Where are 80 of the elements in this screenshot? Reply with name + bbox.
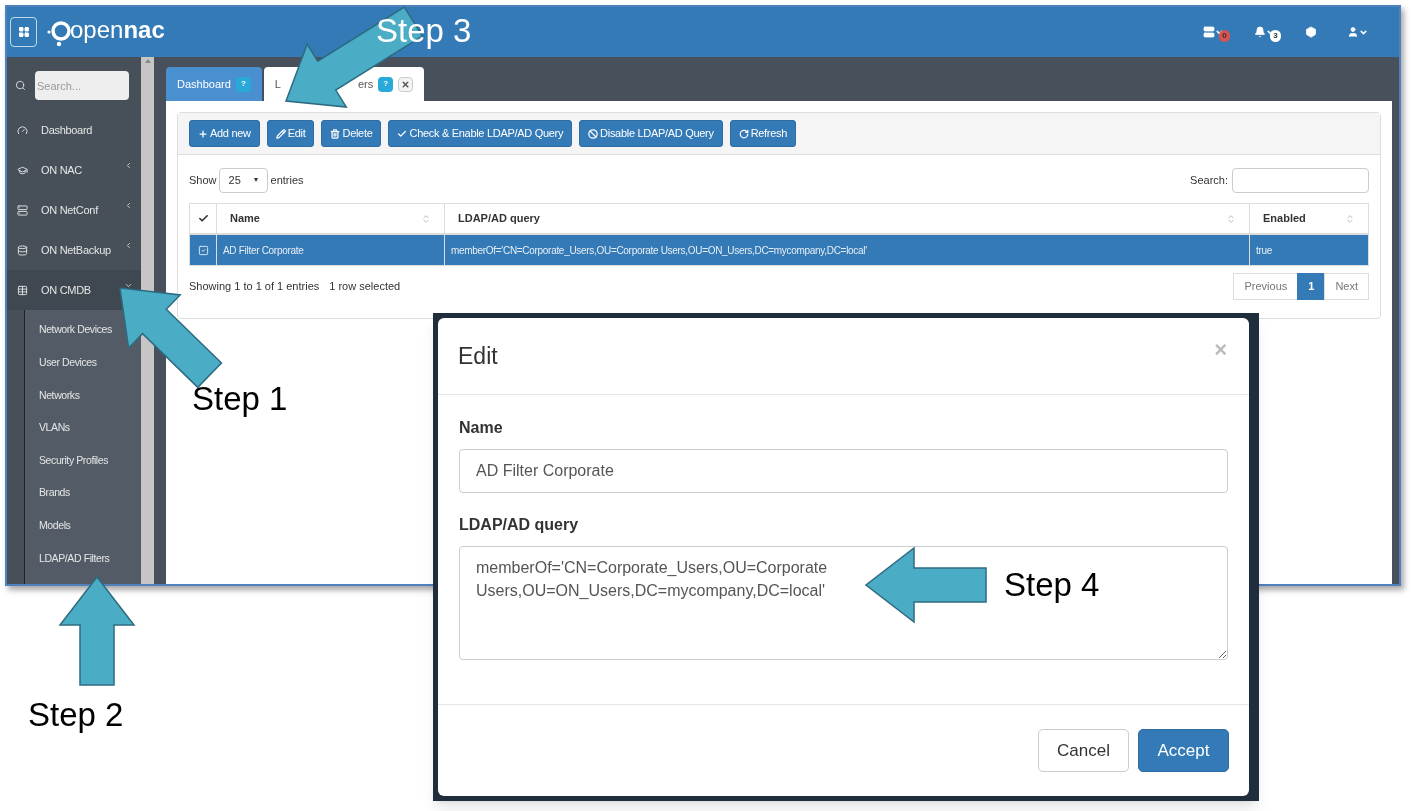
delete-button[interactable]: Delete [321, 120, 382, 147]
apps-menu-button[interactable] [10, 17, 37, 47]
gauge-icon [17, 124, 28, 136]
count-badge: 3 [1270, 30, 1281, 42]
table-cell: AD Filter Corporate [217, 235, 445, 265]
check-icon [397, 128, 408, 139]
table-search-field[interactable] [1232, 167, 1369, 193]
grid-icon [17, 26, 30, 38]
column-header[interactable]: Name [217, 204, 445, 233]
submenu-item[interactable]: LDAP/AD Filters [39, 542, 110, 575]
show-label: Show [189, 172, 217, 188]
check-icon [197, 213, 209, 224]
server-icon [17, 204, 28, 216]
close-tab-button[interactable] [398, 76, 414, 92]
search-icon [15, 80, 26, 91]
column-header[interactable]: Enabled [1250, 204, 1368, 233]
disable-button[interactable]: Disable LDAP/AD Query [579, 120, 723, 147]
sidebar-item[interactable]: ON NAC [7, 150, 141, 190]
refresh-button[interactable]: Refresh [729, 120, 797, 147]
row-checkbox[interactable] [197, 244, 209, 256]
sidebar-item[interactable]: ON CMDB [7, 270, 141, 310]
entries-label: entries [270, 172, 304, 188]
count-badge: 0 [1219, 30, 1230, 42]
cube-icon [1305, 26, 1317, 38]
edit-button[interactable]: Edit [266, 120, 315, 147]
user-icon [1347, 26, 1359, 38]
page-size-select[interactable]: 25 [218, 167, 268, 193]
table-icon [17, 284, 28, 296]
submenu-item[interactable]: Models [39, 509, 71, 543]
column-header[interactable]: LDAP/AD query [445, 204, 1250, 233]
submenu-item[interactable]: Network Devices [39, 314, 112, 347]
submenu-item[interactable]: Security Profiles [39, 444, 109, 477]
graduation-cap-icon [17, 164, 28, 176]
table-info: Showing 1 to 1 of 1 entries [189, 279, 320, 295]
tab-label: ers [357, 76, 374, 92]
bell-icon [1254, 26, 1266, 38]
check-button[interactable]: Check & Enable LDAP/AD Query [388, 120, 573, 147]
server-icon [1203, 26, 1215, 38]
submenu-item[interactable]: VLANs [39, 411, 70, 445]
tab-label: Dashboard [177, 76, 231, 92]
sidebar-item[interactable]: ON NetBackup [7, 230, 141, 270]
sidebar-item[interactable]: ON NetConf [7, 190, 141, 230]
sort-icon [1345, 213, 1355, 224]
name-field[interactable]: AD Filter Corporate [459, 449, 1228, 493]
page-button[interactable]: Previous [1233, 273, 1299, 300]
page-button[interactable]: 1 [1297, 273, 1326, 300]
sort-icon [1226, 213, 1236, 224]
submenu-item[interactable]: User Devices [39, 346, 97, 380]
table-cell: memberOf='CN=Corporate_Users,OU=Corporate Users,OU=ON_Users,DC=mycompany,DC=local' [445, 235, 1250, 265]
dialog-title: Edit [458, 341, 498, 371]
database-icon [17, 244, 28, 256]
search-label: Search: [1190, 172, 1228, 188]
add-button[interactable]: Add new [189, 120, 260, 147]
step-label: Step 1 [192, 382, 288, 415]
scrollbar[interactable] [141, 57, 154, 584]
table-cell-text: true [1255, 243, 1274, 258]
field-label: Name [459, 418, 504, 438]
page-button[interactable]: Next [1324, 273, 1369, 300]
pencil-icon [275, 128, 286, 139]
field-label: LDAP/AD query [459, 515, 580, 535]
tab-label: L [274, 76, 281, 92]
step-label: Step 3 [376, 14, 472, 47]
ban-icon [588, 128, 599, 139]
trash-icon [330, 128, 341, 139]
submenu-item[interactable]: Brands [39, 476, 70, 510]
close-icon [401, 79, 411, 89]
table-row[interactable]: AD Filter Corporate memberOf='CN=Corporate_Users,OU=Corporate Users,OU=ON_Users,DC=mycompany,DC=local' true [190, 235, 1368, 265]
refresh-icon [738, 128, 749, 139]
sort-icon [421, 213, 431, 224]
sidebar-item[interactable]: Dashboard [7, 110, 141, 150]
tab[interactable]: Dashboard ? [166, 67, 262, 101]
cancel-button[interactable]: Cancel [1038, 729, 1129, 772]
step-label: Step 2 [28, 698, 124, 731]
selection-info: 1 row selected [329, 279, 401, 295]
submenu-item[interactable]: Networks [39, 379, 80, 412]
plus-icon [198, 128, 208, 139]
accept-button[interactable]: Accept [1138, 729, 1229, 772]
search-field[interactable]: Search... [35, 71, 129, 100]
logo-text: opennac [70, 18, 165, 42]
step-label: Step 4 [1004, 568, 1100, 601]
